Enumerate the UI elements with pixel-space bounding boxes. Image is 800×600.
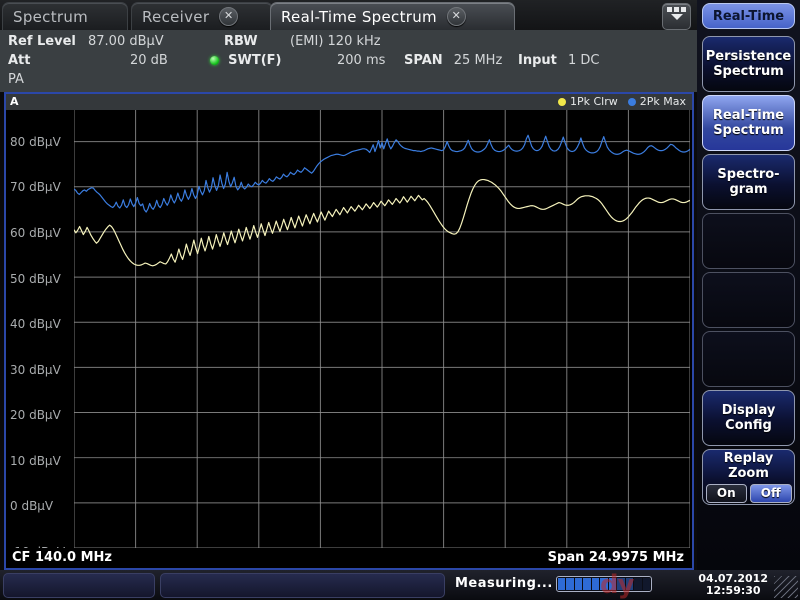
y-axis-tick-0: 0 dBµV [10,499,53,513]
y-axis-tick-60: 60 dBµV [10,226,61,240]
tab-label: Real-Time Spectrum [271,8,447,26]
rbw-label: RBW [224,34,258,49]
progress-segment [566,578,573,590]
input-label: Input [518,53,557,68]
y-axis-tick-10: 10 dBµV [10,454,61,468]
instrument-screen: Spectrum Receiver ✕ Real-Time Spectrum ✕… [0,0,800,600]
tab-spectrum[interactable]: Spectrum [2,2,128,30]
progress-segment [626,578,633,590]
softkey-label: Replay [724,451,773,466]
softkey-empty-6[interactable] [702,331,795,387]
tab-real-time-spectrum[interactable]: Real-Time Spectrum ✕ [270,2,515,30]
softkey-label: Spectro- [717,167,779,182]
legend-entry-1: 1Pk Clrw [558,95,618,108]
spectrum-diagram[interactable]: A 1Pk Clrw 2Pk Max 80 dBµV 70 dBµV 60 dBµV 5… [4,92,694,570]
toggle-on[interactable]: On [706,484,748,503]
close-icon[interactable]: ✕ [219,7,238,26]
plot-area[interactable] [74,110,690,548]
softkey-real-time-spectrum[interactable]: Real-TimeSpectrum [702,95,795,151]
status-box-left[interactable] [3,573,155,598]
y-axis-tick-80: 80 dBµV [10,135,61,149]
measurement-header: Ref Level 87.00 dBµV Att 20 dB PA RBW (E… [0,30,697,92]
progress-segment [558,578,565,590]
swt-value[interactable]: 200 ms [337,53,385,68]
y-axis-tick-30: 30 dBµV [10,363,61,377]
progress-segment [583,578,590,590]
y-axis-tick-20: 20 dBµV [10,408,61,422]
progress-segment [617,578,624,590]
center-frequency-label[interactable]: CF 140.0 MHz [12,550,112,565]
att-value[interactable]: 20 dB [130,53,168,68]
progress-segment [643,578,650,590]
legend-entry-2: 2Pk Max [628,95,686,108]
softkey-label: Spectrum [713,64,784,79]
progress-segment [634,578,641,590]
span-value[interactable]: 25 MHz [454,53,503,68]
softkey-display-config[interactable]: DisplayConfig [702,390,795,446]
input-value[interactable]: 1 DC [568,53,600,68]
time-label: 12:59:30 [698,585,768,597]
diagram-header: A 1Pk Clrw 2Pk Max [6,94,692,110]
y-axis-tick-70: 70 dBµV [10,180,61,194]
chevron-down-icon [671,14,683,20]
softkey-spectrogram[interactable]: Spectro-gram [702,154,795,210]
pa-label: PA [8,72,24,87]
swt-label: SWT(F) [228,53,281,68]
softkey-panel: Real-TimePersistenceSpectrumReal-TimeSpe… [697,0,800,570]
tab-bar: Spectrum Receiver ✕ Real-Time Spectrum ✕ [0,0,697,30]
att-label: Att [8,53,31,68]
softkey-empty-5[interactable] [702,272,795,328]
toggle-off[interactable]: Off [750,484,792,503]
softkey-label: Config [725,418,772,433]
ref-level-value[interactable]: 87.00 dBµV [88,34,164,49]
softkey-label: gram [729,182,767,197]
softkey-label: Display [722,403,776,418]
spectrum-traces [74,110,690,548]
progress-bar [556,576,652,592]
tab-overflow-icon[interactable] [662,3,691,30]
resize-grip-icon[interactable] [774,576,798,598]
replay-zoom-toggle[interactable]: OnOff [706,484,792,503]
softkey-replay-zoom[interactable]: ReplayZoom OnOff [702,449,795,505]
ref-level-label: Ref Level [8,34,76,49]
tab-label: Spectrum [3,8,98,26]
trace-legend: 1Pk Clrw 2Pk Max [558,95,686,108]
softkey-title: Real-Time [702,3,795,29]
progress-segment [600,578,607,590]
softkey-persistence-spectrum[interactable]: PersistenceSpectrum [702,36,795,92]
y-axis-tick-50: 50 dBµV [10,272,61,286]
tab-label: Receiver [132,8,219,26]
progress-segment [592,578,599,590]
span-label: SPAN [404,53,443,68]
y-axis-tick-40: 40 dBµV [10,317,61,331]
softkey-label: Real-Time [713,108,784,123]
status-box-message[interactable] [160,573,445,598]
close-icon[interactable]: ✕ [447,7,466,26]
rbw-value[interactable]: (EMI) 120 kHz [290,34,381,49]
swt-status-indicator-icon [210,56,219,65]
softkey-label: Persistence [706,49,792,64]
softkey-empty-4[interactable] [702,213,795,269]
status-bar: Measuring... 04.07.2012 12:59:30 [0,570,800,600]
softkey-label: Spectrum [713,123,784,138]
span-readout-label[interactable]: Span 24.9975 MHz [548,550,684,565]
plot-wrapper: 80 dBµV 70 dBµV 60 dBµV 50 dBµV 40 dBµV 30 dB… [6,110,692,548]
diagram-footer: CF 140.0 MHz Span 24.9975 MHz [6,548,692,568]
progress-segment [609,578,616,590]
tab-receiver[interactable]: Receiver ✕ [131,2,273,30]
clock: 04.07.2012 12:59:30 [698,573,768,597]
screen-label: A [10,95,19,108]
softkey-label: Zoom [728,466,769,481]
status-message: Measuring... [455,576,553,591]
progress-segment [575,578,582,590]
tab-overflow-dots [663,7,690,12]
y-axis-labels: 80 dBµV 70 dBµV 60 dBµV 50 dBµV 40 dBµV 30 dB… [6,110,74,548]
